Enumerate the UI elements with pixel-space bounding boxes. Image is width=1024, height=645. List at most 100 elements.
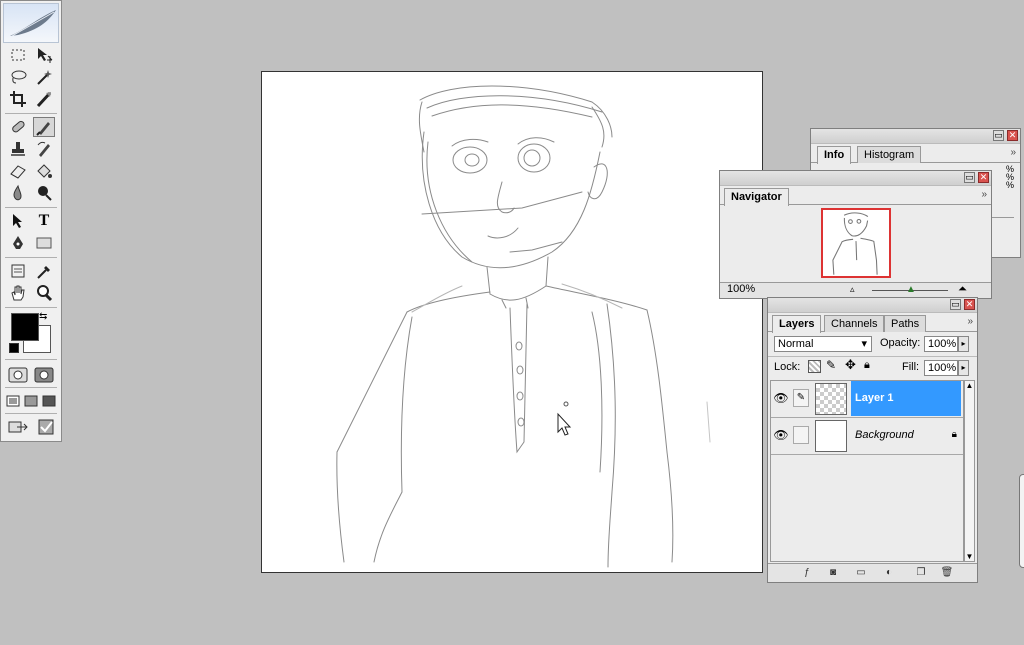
lock-position-icon[interactable]: ✥ xyxy=(845,357,856,373)
zoom-in-icon[interactable]: ⏶ xyxy=(958,283,967,296)
history-brush-icon[interactable] xyxy=(33,139,55,159)
scroll-up-icon[interactable]: ▲ xyxy=(965,381,974,390)
visibility-eye-icon[interactable]: 👁︎ xyxy=(773,428,789,444)
palette-menu-icon[interactable]: » xyxy=(981,189,987,200)
standard-mode-icon[interactable] xyxy=(7,365,29,385)
scroll-down-icon[interactable]: ▼ xyxy=(965,552,974,561)
palette-titlebar[interactable]: ▭ ✕ xyxy=(768,298,977,313)
navigator-palette: ▭ ✕ Navigator » 100% ▵ ▲ ⏶ xyxy=(719,170,992,299)
lock-transparency-icon[interactable] xyxy=(808,360,821,373)
fill-arrow-button[interactable]: ▸ xyxy=(958,360,969,376)
jump-to-imageready-icon[interactable] xyxy=(7,417,29,437)
foreground-color-swatch[interactable] xyxy=(11,313,39,341)
link-cell[interactable] xyxy=(793,426,809,444)
layer-style-icon[interactable]: ƒ xyxy=(798,566,816,580)
close-button[interactable]: ✕ xyxy=(964,299,975,310)
path-selection-icon[interactable] xyxy=(7,211,29,231)
toolbox-divider xyxy=(5,387,57,388)
tab-channels[interactable]: Channels xyxy=(824,315,885,332)
tab-navigator[interactable]: Navigator xyxy=(724,188,789,206)
layer-name[interactable]: Layer 1 xyxy=(851,381,961,416)
dodge-icon[interactable] xyxy=(33,183,55,203)
layer-name[interactable]: Background xyxy=(851,418,961,453)
info-readout: % % % xyxy=(1005,165,1014,190)
hand-icon[interactable] xyxy=(7,283,29,303)
layer-row-layer-1[interactable]: 👁︎ ✎ Layer 1 xyxy=(771,381,963,418)
zoom-icon[interactable] xyxy=(33,283,55,303)
navigator-thumbnail-image xyxy=(832,212,878,275)
tab-histogram[interactable]: Histogram xyxy=(857,146,922,163)
minimize-button[interactable]: ▭ xyxy=(950,299,961,310)
lasso-icon[interactable] xyxy=(7,67,29,87)
opacity-field[interactable]: 100% xyxy=(924,336,958,352)
info-tab-bar: Info Histogram » xyxy=(811,144,1020,164)
minimize-button[interactable]: ▭ xyxy=(964,172,975,183)
healing-brush-icon[interactable] xyxy=(7,117,29,137)
type-tool-glyph: T xyxy=(38,212,50,229)
layer-row-background[interactable]: 👁︎ Background 🔒︎ xyxy=(771,418,963,455)
trash-icon[interactable]: 🗑︎ xyxy=(938,566,956,580)
fill-label: Fill: xyxy=(902,361,920,373)
toolbox-divider xyxy=(5,307,57,308)
full-screen-mode-icon[interactable] xyxy=(41,391,57,411)
visibility-eye-icon[interactable]: 👁︎ xyxy=(773,391,789,407)
lock-image-icon[interactable]: ✎ xyxy=(826,358,836,372)
eraser-icon[interactable] xyxy=(7,161,29,181)
palette-titlebar[interactable]: ▭ ✕ xyxy=(720,171,991,186)
notes-icon[interactable] xyxy=(7,261,29,281)
blur-icon[interactable] xyxy=(7,183,29,203)
standard-screen-mode-icon[interactable] xyxy=(5,391,21,411)
move-icon[interactable] xyxy=(33,45,55,65)
brush-icon[interactable] xyxy=(33,117,55,137)
toolbox-divider xyxy=(5,113,57,114)
feather-icon xyxy=(10,10,56,37)
full-screen-menu-mode-icon[interactable] xyxy=(23,391,39,411)
imageready-icon[interactable] xyxy=(35,417,57,437)
swap-colors-icon[interactable]: ⇆ xyxy=(39,311,47,322)
pencil-sketch-image xyxy=(336,85,711,568)
quick-mask-icon[interactable] xyxy=(33,365,55,385)
info-percent: % xyxy=(1005,180,1014,190)
adjustment-layer-icon[interactable]: ◐ xyxy=(880,566,898,580)
tab-layers[interactable]: Layers xyxy=(772,315,822,333)
close-button[interactable]: ✕ xyxy=(1007,130,1018,141)
chevron-down-icon: ▾ xyxy=(861,338,867,350)
palette-titlebar[interactable]: ▭ ✕ xyxy=(811,129,1020,144)
add-mask-icon[interactable]: ◙ xyxy=(824,566,842,580)
toolbox-divider xyxy=(5,207,57,208)
palette-menu-icon[interactable]: » xyxy=(967,316,973,327)
blend-mode-select[interactable]: Normal ▾ xyxy=(774,336,872,352)
rectangle-shape-icon[interactable] xyxy=(33,233,55,253)
document-canvas[interactable] xyxy=(261,71,763,573)
navigator-preview[interactable] xyxy=(821,208,891,278)
crop-icon[interactable] xyxy=(7,89,29,109)
zoom-level-field[interactable]: 100% xyxy=(724,282,780,298)
layer-thumbnail xyxy=(815,420,847,452)
layer-list-scrollbar[interactable]: ▲ ▼ xyxy=(964,380,975,562)
eyedropper-icon[interactable] xyxy=(33,261,55,281)
slice-icon[interactable] xyxy=(33,89,55,109)
opacity-arrow-button[interactable]: ▸ xyxy=(958,336,969,352)
new-group-icon[interactable]: ▭ xyxy=(852,566,870,580)
close-button[interactable]: ✕ xyxy=(978,172,989,183)
tab-info[interactable]: Info xyxy=(817,146,852,164)
palette-menu-icon[interactable]: » xyxy=(1010,147,1016,158)
default-colors-icon[interactable] xyxy=(9,343,19,353)
zoom-slider-thumb[interactable]: ▲ xyxy=(906,284,916,295)
toolbox-divider xyxy=(5,257,57,258)
pen-icon[interactable] xyxy=(7,233,29,253)
photoshop-feather-logo[interactable] xyxy=(3,3,59,43)
magic-wand-icon[interactable] xyxy=(33,67,55,87)
divider xyxy=(768,356,977,357)
type-icon[interactable]: T xyxy=(33,211,55,231)
paint-bucket-icon[interactable] xyxy=(33,161,55,181)
new-layer-icon[interactable]: ❐ xyxy=(912,566,930,580)
rectangular-marquee-icon[interactable] xyxy=(7,45,29,65)
fill-field[interactable]: 100% xyxy=(924,360,958,376)
clone-stamp-icon[interactable] xyxy=(7,139,29,159)
navigator-footer: 100% ▵ ▲ ⏶ xyxy=(720,282,991,298)
zoom-out-icon[interactable]: ▵ xyxy=(850,284,855,295)
minimize-button[interactable]: ▭ xyxy=(993,130,1004,141)
tab-paths[interactable]: Paths xyxy=(884,315,927,332)
lock-all-icon[interactable]: 🔒︎ xyxy=(864,359,870,372)
